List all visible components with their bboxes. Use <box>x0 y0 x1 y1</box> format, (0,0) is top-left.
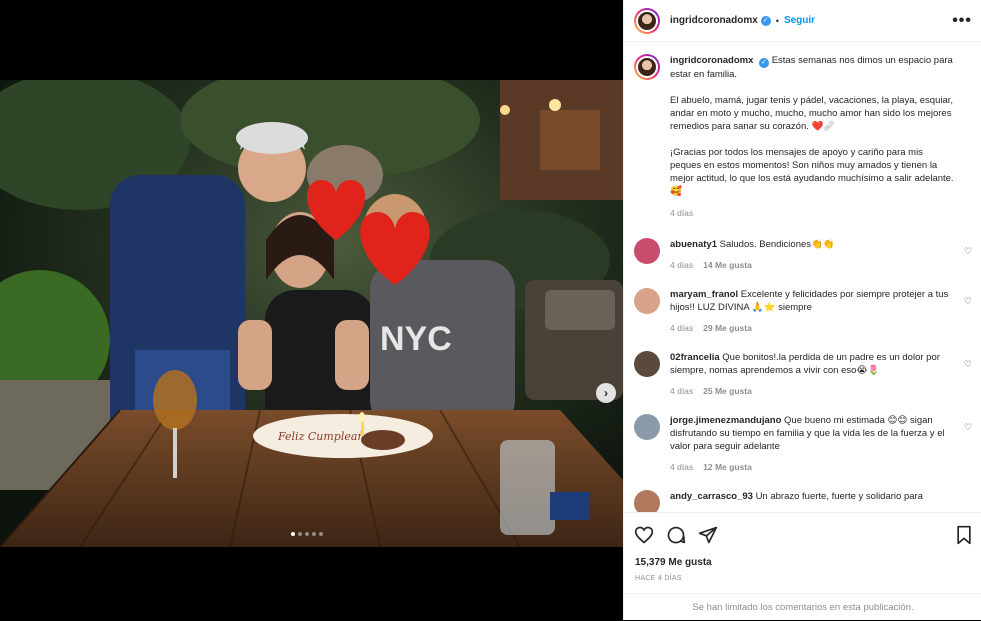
photo-illustration: NYC Feliz Cumpleaños <box>0 80 623 547</box>
caption-username[interactable]: ingridcoronadomx <box>670 55 753 66</box>
comment-username[interactable]: jorge.jimenezmandujano <box>670 415 781 426</box>
comment-time[interactable]: 4 días <box>670 386 693 396</box>
comment-text: Saludos. Bendiciones👏👏 <box>719 239 835 250</box>
caption-text-3: ¡Gracias por todos los mensajes de apoyo… <box>670 147 954 197</box>
comment-likes[interactable]: 25 Me gusta <box>703 386 752 396</box>
comment-bubble-icon[interactable] <box>666 525 686 545</box>
like-comment-icon[interactable]: ♡ <box>964 296 972 307</box>
instagram-post-viewer: NYC Feliz Cumpleaños › ingridcoronadomx … <box>0 0 981 620</box>
caption-time[interactable]: 4 días <box>670 208 693 218</box>
post-header: ingridcoronadomx ✓ • Seguir ••• <box>624 0 981 42</box>
post-caption: ingridcoronadomx ✓ Estas semanas nos dim… <box>634 54 972 238</box>
comment-text: Un abrazo fuerte, fuerte y solidario par… <box>755 491 923 502</box>
save-bookmark-icon[interactable] <box>954 525 974 545</box>
comment-item: 02francelia Que bonitos!.la perdida de u… <box>634 351 972 398</box>
author-username[interactable]: ingridcoronadomx <box>670 15 758 26</box>
media-pane: NYC Feliz Cumpleaños › <box>0 0 623 620</box>
carousel-next-button[interactable]: › <box>596 383 616 403</box>
comment-username[interactable]: andy_carrasco_93 <box>670 491 753 502</box>
chevron-right-icon: › <box>604 386 608 400</box>
comment-likes[interactable]: 12 Me gusta <box>703 462 752 472</box>
verified-badge-icon: ✓ <box>760 15 771 26</box>
comment-username[interactable]: 02francelia <box>670 352 720 363</box>
action-icons <box>634 525 718 545</box>
carousel-dot <box>319 532 323 536</box>
carousel-dot <box>305 532 309 536</box>
header-separator: • <box>775 15 779 26</box>
comment-item: andy_carrasco_93 Un abrazo fuerte, fuert… <box>634 490 972 512</box>
post-time[interactable]: HACE 4 DÍAS <box>635 575 682 582</box>
likes-count[interactable]: 15,379 Me gusta <box>635 557 712 568</box>
comment-item: abuenaty1 Saludos. Bendiciones👏👏 4 días 1… <box>634 238 972 272</box>
caption-text-2: El abuelo, mamá, jugar tenis y pádel, va… <box>670 95 954 132</box>
comment-item: jorge.jimenezmandujano Que bueno mi esti… <box>634 414 972 474</box>
like-comment-icon[interactable]: ♡ <box>964 359 972 370</box>
comment-likes[interactable]: 14 Me gusta <box>703 260 752 270</box>
post-photo[interactable]: NYC Feliz Cumpleaños › <box>0 80 623 547</box>
comment-username[interactable]: maryam_franol <box>670 289 738 300</box>
more-options-icon[interactable]: ••• <box>952 12 972 30</box>
post-details-panel: ingridcoronadomx ✓ • Seguir ••• ingridco… <box>623 0 981 620</box>
commenter-avatar[interactable] <box>634 490 660 512</box>
carousel-dot-active <box>291 532 295 536</box>
carousel-indicator <box>291 532 323 536</box>
comment-username[interactable]: abuenaty1 <box>670 239 717 250</box>
share-send-icon[interactable] <box>698 525 718 545</box>
comment-time[interactable]: 4 días <box>670 323 693 333</box>
caption-avatar[interactable] <box>634 54 660 80</box>
like-comment-icon[interactable]: ♡ <box>964 246 972 257</box>
comment-time[interactable]: 4 días <box>670 260 693 270</box>
shirt-print: NYC <box>380 320 452 358</box>
comments-limited-notice: Se han limitado los comentarios en esta … <box>624 593 981 621</box>
post-actions: 15,379 Me gusta HACE 4 DÍAS Se han limit… <box>624 512 981 620</box>
like-heart-icon[interactable] <box>634 525 654 545</box>
comments-list[interactable]: ingridcoronadomx ✓ Estas semanas nos dim… <box>624 42 981 512</box>
carousel-dot <box>312 532 316 536</box>
comment-time[interactable]: 4 días <box>670 462 693 472</box>
commenter-avatar[interactable] <box>634 288 660 314</box>
follow-button[interactable]: Seguir <box>784 15 815 26</box>
commenter-avatar[interactable] <box>634 238 660 264</box>
commenter-avatar[interactable] <box>634 351 660 377</box>
carousel-dot <box>298 532 302 536</box>
author-avatar[interactable] <box>634 7 660 34</box>
comment-likes[interactable]: 29 Me gusta <box>703 323 752 333</box>
comment-item: maryam_franol Excelente y felicidades po… <box>634 288 972 335</box>
like-comment-icon[interactable]: ♡ <box>964 422 972 433</box>
verified-badge-icon: ✓ <box>759 58 770 68</box>
commenter-avatar[interactable] <box>634 414 660 440</box>
